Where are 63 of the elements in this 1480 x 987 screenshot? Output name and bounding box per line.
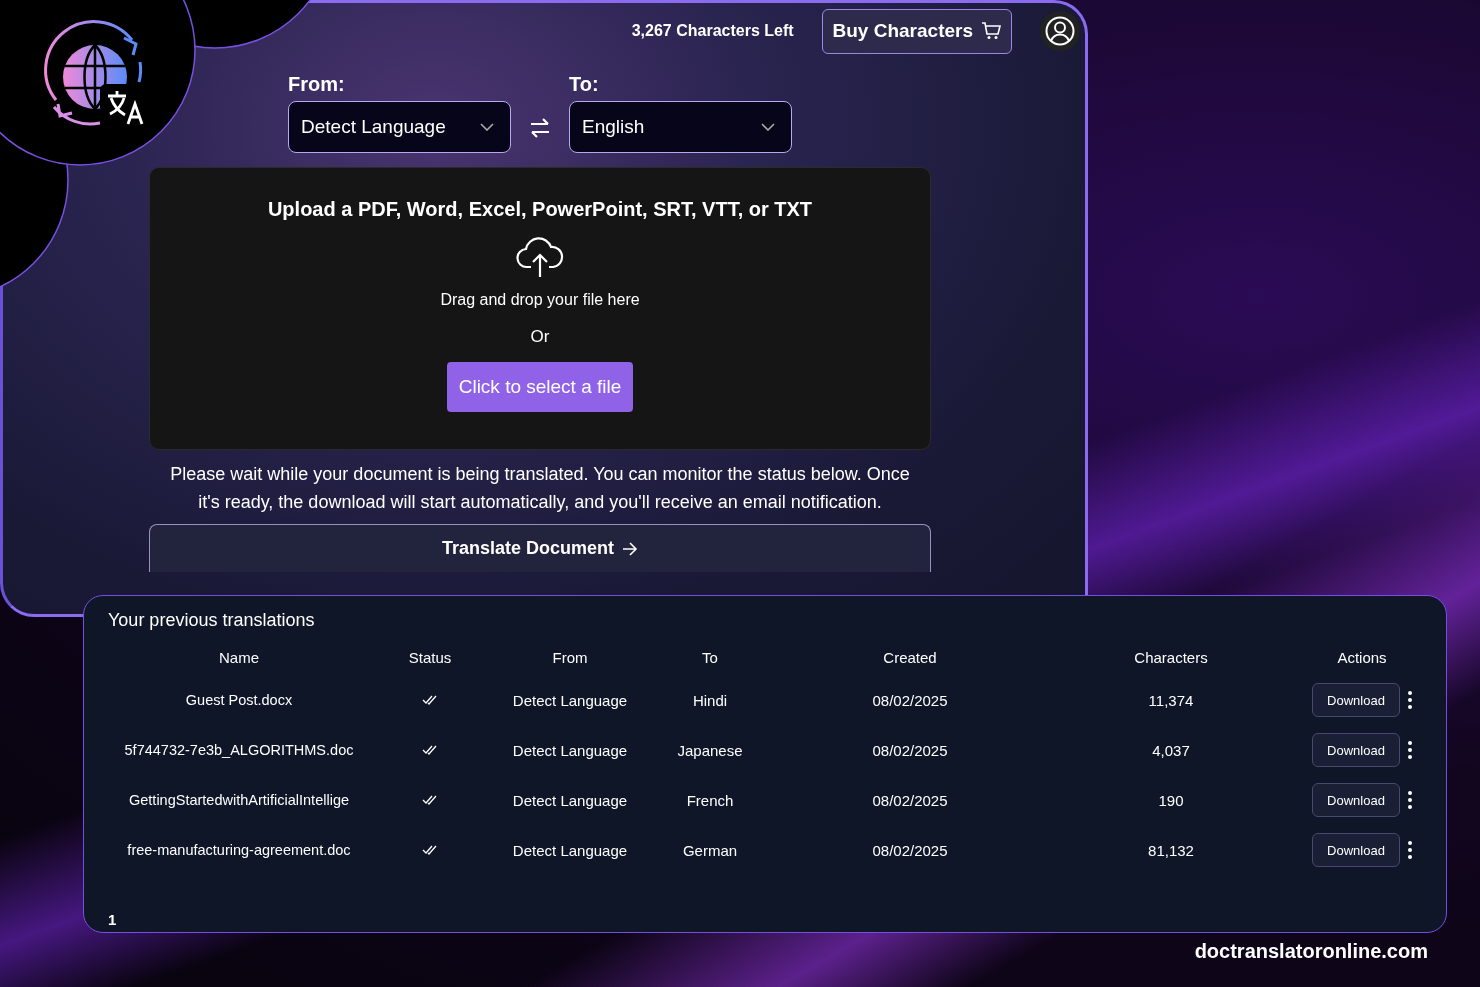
more-icon[interactable] [1407, 841, 1412, 859]
download-button[interactable]: Download [1312, 733, 1400, 767]
table-cell-text: Detect Language [511, 840, 629, 861]
table-cell-text: Detect Language [511, 690, 629, 711]
column-header: Name [218, 649, 260, 668]
table-cell-text: Hindi [691, 690, 729, 711]
buy-characters-button[interactable]: Buy Characters [821, 8, 1012, 54]
download-button[interactable]: Download [1312, 833, 1400, 867]
to-label: To: [569, 73, 600, 96]
table-cell-text: 5f744732-7e3b_ALGORITHMS.doc [123, 741, 355, 760]
from-label: From: [288, 73, 346, 96]
double-check-icon [422, 795, 438, 805]
table-cell-text: GettingStartedwithArtificialIntellige [128, 791, 350, 810]
chevron-down-icon [761, 123, 775, 131]
table-cell-text: 190 [1157, 790, 1185, 811]
column-header: To [701, 649, 719, 668]
column-header: Status [407, 649, 453, 668]
more-icon[interactable] [1407, 691, 1412, 709]
table-cell-text: 4,037 [1151, 740, 1191, 761]
table-cell-text: German [681, 840, 739, 861]
user-icon [1045, 16, 1075, 46]
select-file-button[interactable]: Click to select a file [446, 362, 634, 412]
table-cell-text: 08/02/2025 [871, 840, 949, 861]
translate-button[interactable]: Translate Document [149, 524, 931, 572]
swap-icon[interactable] [529, 117, 551, 139]
table-cell-text: Detect Language [511, 790, 629, 811]
upload-dropzone[interactable]: Upload a PDF, Word, Excel, PowerPoint, SRT, VTT, or TXT Drag and drop your file here Or Click to select a file [149, 167, 931, 450]
column-header: From [551, 649, 589, 668]
download-button[interactable]: Download [1312, 783, 1400, 817]
page-button[interactable]: 1 [108, 911, 117, 928]
table-cell-text: 08/02/2025 [871, 690, 949, 711]
cloud-upload-icon [516, 235, 564, 279]
card-title: Your previous translations [108, 610, 315, 630]
table-cell-text: free-manufacturing-agreement.doc [126, 841, 352, 860]
column-header: Created [882, 649, 938, 668]
account-button[interactable] [1040, 11, 1080, 51]
or-text: Or [530, 327, 550, 347]
double-check-icon [422, 845, 438, 855]
site-url: doctranslatoronline.com [1194, 940, 1428, 963]
table-cell-text: Japanese [676, 740, 744, 761]
status-notice: Please wait while your document is being translated. You can monitor the status below. Once it's ready, the download will start automatically, and you'll receive an email notification. [170, 463, 910, 514]
table-cell-text: 81,132 [1147, 840, 1195, 861]
to-language-select[interactable]: English [569, 101, 792, 153]
table-cell-text: 08/02/2025 [871, 790, 949, 811]
table-cell-text: Detect Language [511, 740, 629, 761]
column-header: Characters [1133, 649, 1209, 668]
table-cell-text: 11,374 [1147, 690, 1195, 711]
cart-icon [981, 22, 1001, 40]
more-icon[interactable] [1407, 741, 1412, 759]
chevron-down-icon [480, 123, 494, 131]
double-check-icon [422, 745, 438, 755]
table-cell-text: Guest Post.docx [184, 691, 294, 710]
from-language-select[interactable]: Detect Language [288, 101, 511, 153]
column-header: Actions [1336, 649, 1388, 668]
double-check-icon [422, 695, 438, 705]
download-button[interactable]: Download [1312, 683, 1400, 717]
arrow-right-icon [622, 541, 638, 556]
drag-drop-hint: Drag and drop your file here [440, 291, 640, 309]
table-cell-text: French [685, 790, 735, 811]
upload-title: Upload a PDF, Word, Excel, PowerPoint, SRT, VTT, or TXT [267, 198, 813, 221]
table-cell-text: 08/02/2025 [871, 740, 949, 761]
characters-left: 3,267 Characters Left [631, 22, 794, 40]
more-icon[interactable] [1407, 791, 1412, 809]
